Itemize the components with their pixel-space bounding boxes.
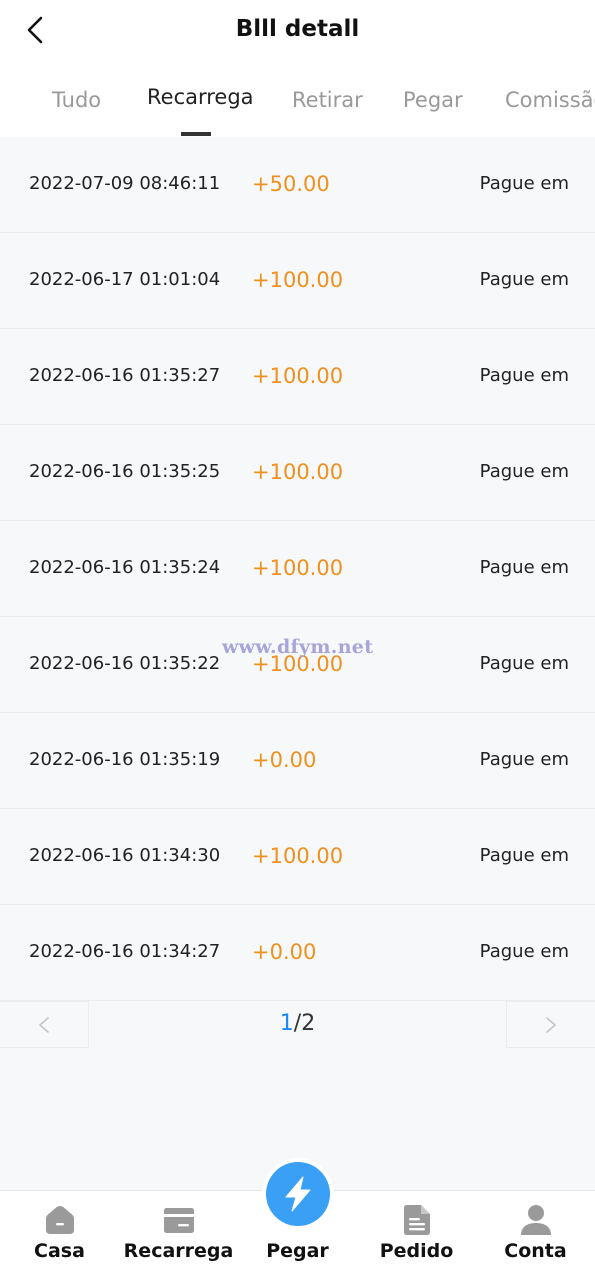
nav-recarrega[interactable]: Recarrega [119,1191,238,1266]
page-title: Blll detall [235,16,360,42]
tab-pegar[interactable]: Pegar [403,88,463,112]
record-date: 2022-06-16 01:35:22 [29,653,221,674]
document-icon [403,1205,430,1235]
pegar-center-button[interactable] [262,1158,334,1230]
record-date: 2022-06-16 01:34:30 [29,845,221,866]
tab-bar: Tudo Recarrega Retirar Pegar Comissão [0,60,595,137]
home-icon [45,1206,74,1234]
nav-label-conta: Conta [504,1240,567,1262]
card-icon [163,1208,194,1233]
record-amount: +100.00 [252,364,344,388]
record-status: Pague em [479,845,569,866]
record-date: 2022-06-16 01:35:27 [29,365,221,386]
record-status: Pague em [479,269,569,290]
list-item[interactable]: 2022-06-16 01:35:27 +100.00 Pague em [0,329,595,425]
record-amount: +100.00 [252,268,344,292]
nav-label-recarrega: Recarrega [123,1240,234,1262]
record-date: 2022-06-17 01:01:04 [29,269,221,290]
lightning-icon [285,1176,311,1212]
list-item[interactable]: 2022-06-16 01:34:27 +0.00 Pague em [0,905,595,1001]
nav-label-casa: Casa [34,1240,85,1262]
nav-casa[interactable]: Casa [0,1191,119,1266]
record-date: 2022-06-16 01:35:19 [29,749,221,770]
user-icon [520,1205,551,1235]
tab-comissao[interactable]: Comissão [505,88,595,112]
record-status: Pague em [479,173,569,194]
list-item[interactable]: 2022-06-16 01:35:24 +100.00 Pague em [0,521,595,617]
record-amount: +0.00 [252,940,317,964]
tab-retirar[interactable]: Retirar [292,88,363,112]
record-status: Pague em [479,365,569,386]
list-item[interactable]: 2022-06-17 01:01:04 +100.00 Pague em [0,233,595,329]
header: Blll detall [0,0,595,60]
nav-pedido[interactable]: Pedido [357,1191,476,1266]
record-amount: +100.00 [252,844,344,868]
nav-label-pedido: Pedido [379,1240,454,1262]
record-amount: +50.00 [252,172,330,196]
record-amount: +100.00 [252,460,344,484]
pagination: 1/2 [0,1001,595,1048]
nav-label-pegar: Pegar [266,1240,329,1262]
list-item[interactable]: 2022-06-16 01:35:22 +100.00 Pague em [0,617,595,713]
tab-tudo[interactable]: Tudo [52,88,101,112]
current-page: 1 [279,1011,294,1036]
bill-detail-page: Blll detall Tudo Recarrega Retirar Pegar… [0,0,595,1266]
list-item[interactable]: 2022-06-16 01:35:25 +100.00 Pague em [0,425,595,521]
next-page-button[interactable] [506,1001,595,1048]
watermark: www.dfym.net [222,636,374,658]
nav-conta[interactable]: Conta [476,1191,595,1266]
record-date: 2022-06-16 01:35:25 [29,461,221,482]
active-tab-indicator [181,132,211,136]
records-list: 2022-07-09 08:46:11 +50.00 Pague em 2022… [0,137,595,1001]
record-date: 2022-06-16 01:35:24 [29,557,221,578]
list-item[interactable]: 2022-06-16 01:35:19 +0.00 Pague em [0,713,595,809]
chevron-right-icon [546,1016,556,1033]
record-amount: +0.00 [252,748,317,772]
record-status: Pague em [479,749,569,770]
record-date: 2022-07-09 08:46:11 [29,173,221,194]
record-amount: +100.00 [252,556,344,580]
list-item[interactable]: 2022-07-09 08:46:11 +50.00 Pague em [0,137,595,233]
list-item[interactable]: 2022-06-16 01:34:30 +100.00 Pague em [0,809,595,905]
total-pages: 2 [301,1011,316,1036]
record-date: 2022-06-16 01:34:27 [29,941,221,962]
center-button-circle [266,1162,330,1226]
record-status: Pague em [479,461,569,482]
record-status: Pague em [479,557,569,578]
record-status: Pague em [479,941,569,962]
record-status: Pague em [479,653,569,674]
tab-recarrega[interactable]: Recarrega [147,85,254,109]
